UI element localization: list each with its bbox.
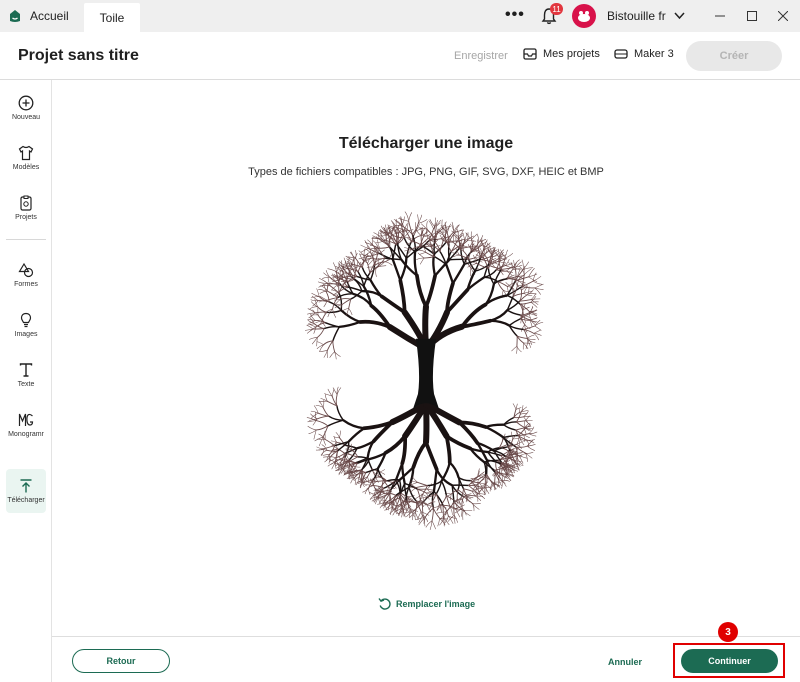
sidebar-item-shapes[interactable]: Formes [6,253,46,297]
upload-icon [20,479,32,493]
avatar-image-icon [578,11,590,22]
sidebar-item-label: Nouveau [11,114,41,121]
refresh-icon [378,598,391,610]
tab-home[interactable]: Accueil [8,0,69,32]
chevron-down-icon [674,12,685,20]
sidebar-item-text[interactable]: Texte [6,353,46,397]
sidebar-item-label: Modèles [12,164,40,171]
plus-circle-icon [18,95,34,111]
project-icon [20,195,32,211]
replace-image-label: Remplacer l'image [396,599,476,609]
tab-home-label: Accueil [30,9,69,23]
username-label: Bistouille fr [607,9,666,23]
back-button[interactable]: Retour [72,649,170,673]
sidebar-item-monogram[interactable]: Monogramr [6,403,46,447]
cricut-logo-icon [10,10,20,22]
sidebar-divider [6,239,46,240]
sidebar-item-label: Projets [15,214,37,221]
replace-image-button[interactable]: Remplacer l'image [378,597,475,611]
cancel-button[interactable]: Annuler [608,657,642,667]
minimize-icon[interactable] [712,8,728,24]
create-button[interactable]: Créer [686,41,782,71]
sidebar-item-new[interactable]: Nouveau [6,86,46,130]
machine-selector[interactable]: Maker 3 [614,48,674,60]
sidebar-item-label: Monogramr [8,431,44,438]
sidebar-item-projects[interactable]: Projets [6,186,46,230]
upload-title: Télécharger une image [338,135,514,152]
sidebar-item-upload[interactable]: Télécharger [6,469,46,513]
project-header: Projet sans titre Enregistrer Mes projet… [0,32,800,80]
close-icon[interactable] [775,8,791,24]
lightbulb-icon [20,312,32,328]
maximize-icon[interactable] [744,8,760,24]
file-types-text: Types de fichiers compatibles : JPG, PNG… [248,166,604,178]
title-bar: Accueil Toile ••• 11 Bistouille fr [0,0,800,32]
sidebar-item-label: Texte [17,381,35,388]
machine-icon [614,49,628,59]
more-icon[interactable]: ••• [505,6,525,24]
text-icon [19,363,33,377]
inbox-icon [523,48,537,60]
tab-canvas-label: Toile [99,10,125,25]
user-menu[interactable]: Bistouille fr [607,9,685,23]
uploaded-tree-image [304,211,544,530]
save-button[interactable]: Enregistrer [454,50,508,62]
avatar[interactable] [572,4,596,28]
my-projects-button[interactable]: Mes projets [523,48,600,60]
sidebar-item-templates[interactable]: Modèles [6,136,46,180]
tab-canvas[interactable]: Toile [84,3,140,32]
sidebar-item-label: Télécharger [7,497,45,504]
my-projects-label: Mes projets [543,48,600,60]
machine-label: Maker 3 [634,48,674,60]
monogram-icon [18,413,34,426]
page-title: Projet sans titre [18,47,139,64]
sidebar-item-label: Formes [14,281,38,288]
continue-button[interactable]: Continuer [681,649,778,673]
shirt-icon [18,145,34,161]
sidebar-item-images[interactable]: Images [6,303,46,347]
step-badge: 3 [718,622,738,642]
shapes-icon [18,262,34,278]
sidebar: Nouveau Modèles Projets Formes Images Te… [0,80,52,682]
sidebar-item-label: Images [14,331,38,338]
notification-badge: 11 [550,3,563,15]
